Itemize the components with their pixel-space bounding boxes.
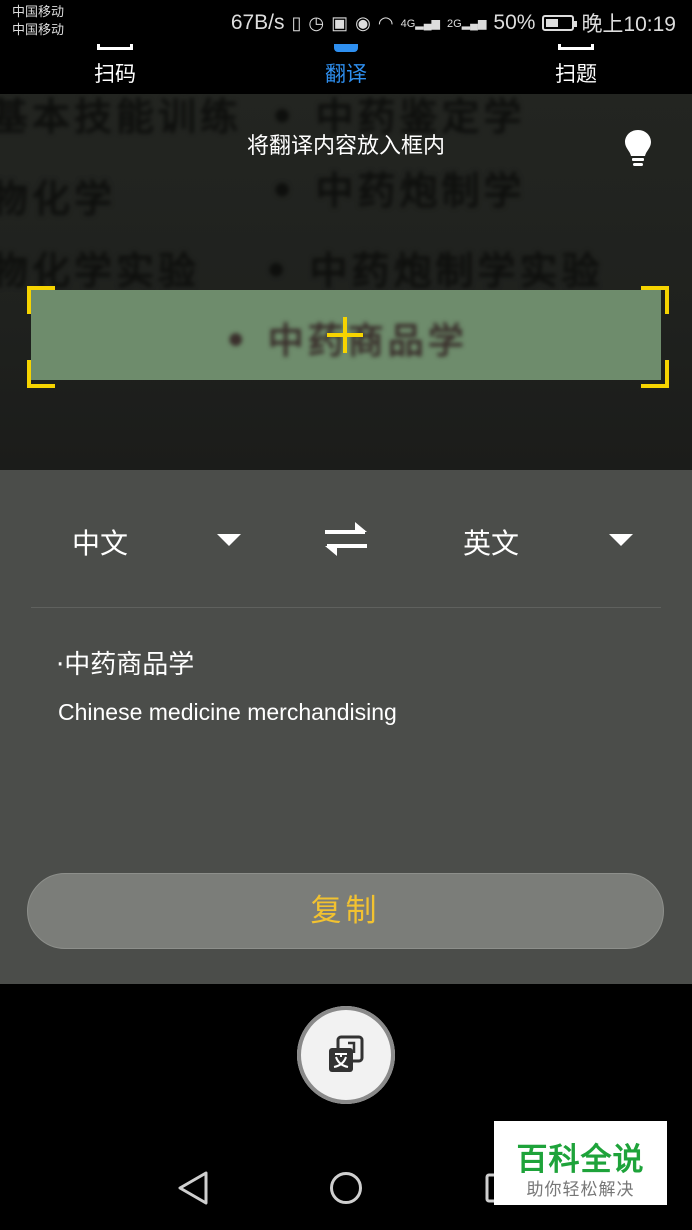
scan-question-icon	[558, 44, 594, 50]
camera-viewfinder: 基本技能训练 • 中药鉴定学 物化学 • 中药炮制学 物化学实验 • 中药炮制学…	[0, 94, 692, 470]
background-text: • 中药炮制学实验	[264, 248, 604, 293]
scan-corner	[641, 360, 669, 388]
network-type-1: 4G	[400, 17, 416, 30]
tab-translate[interactable]: 翻译	[325, 58, 367, 88]
translate-icon	[329, 1035, 364, 1072]
copy-button[interactable]: 复制	[27, 873, 664, 949]
carrier-info: 中国移动 中国移动	[12, 4, 64, 40]
scan-code-icon	[97, 44, 133, 50]
chevron-down-icon[interactable]	[609, 534, 633, 546]
watermark: 百科全说 助你轻松解决	[494, 1121, 667, 1205]
scan-corner	[27, 360, 55, 388]
source-language-select[interactable]: 中文	[72, 522, 128, 562]
wifi-icon: ◠	[377, 12, 394, 33]
scan-hint: 将翻译内容放入框内	[246, 134, 445, 159]
mode-tabs: 扫码 翻译 扫题	[0, 44, 692, 94]
hd-icon: ▣	[331, 12, 349, 33]
network-type-2: 2G	[447, 17, 462, 30]
background-text: 物化学	[0, 176, 117, 221]
screen: 中国移动 中国移动 67B/s ▯ ◷ ▣ ◉ ◠ 4G▂▄▆ 2G▂▄▆ 50…	[0, 0, 692, 1230]
battery-fill	[546, 19, 559, 27]
language-selector: 中文 英文	[0, 470, 692, 607]
swap-icon[interactable]	[323, 522, 369, 556]
tab-scan-code[interactable]: 扫码	[94, 58, 136, 88]
background-text: • 中药炮制学	[270, 168, 526, 213]
translated-text: Chinese medicine merchandising	[58, 699, 397, 725]
watermark-title: 百科全说	[516, 1142, 645, 1178]
translation-panel: 中文 英文 ·中药商品学 Chinese medicine merchandis…	[0, 470, 692, 984]
back-icon[interactable]	[176, 1170, 210, 1206]
lightbulb-icon[interactable]	[621, 128, 655, 168]
status-bar: 中国移动 中国移动 67B/s ▯ ◷ ▣ ◉ ◠ 4G▂▄▆ 2G▂▄▆ 50…	[0, 0, 692, 44]
target-language-select[interactable]: 英文	[463, 522, 519, 562]
battery-icon	[542, 15, 578, 31]
status-indicators: 67B/s ▯ ◷ ▣ ◉ ◠ 4G▂▄▆ 2G▂▄▆ 50% 晚上10:19	[231, 8, 676, 38]
divider	[31, 607, 661, 608]
crosshair-icon	[327, 317, 363, 353]
watermark-subtitle: 助你轻松解决	[526, 1180, 635, 1200]
scan-corner	[27, 286, 55, 314]
carrier-2: 中国移动	[12, 23, 65, 38]
alarm-icon: ◷	[308, 12, 325, 33]
battery-percent: 50%	[493, 11, 536, 34]
vibrate-icon: ▯	[291, 12, 302, 33]
source-text: ·中药商品学	[56, 650, 195, 680]
network-speed: 67B/s	[230, 11, 285, 34]
eye-icon: ◉	[355, 12, 371, 33]
tab-scan-question[interactable]: 扫题	[555, 58, 597, 88]
scan-corner	[641, 286, 669, 314]
signal-1-icon: 4G▂▄▆	[400, 17, 440, 30]
translate-tab-icon	[334, 44, 358, 52]
carrier-1: 中国移动	[12, 5, 65, 20]
home-icon[interactable]	[329, 1171, 363, 1205]
signal-2-icon: 2G▂▄▆	[447, 17, 487, 30]
translate-capture-button[interactable]	[297, 1006, 395, 1104]
clock: 晚上10:19	[581, 13, 676, 36]
chevron-down-icon[interactable]	[217, 534, 241, 546]
